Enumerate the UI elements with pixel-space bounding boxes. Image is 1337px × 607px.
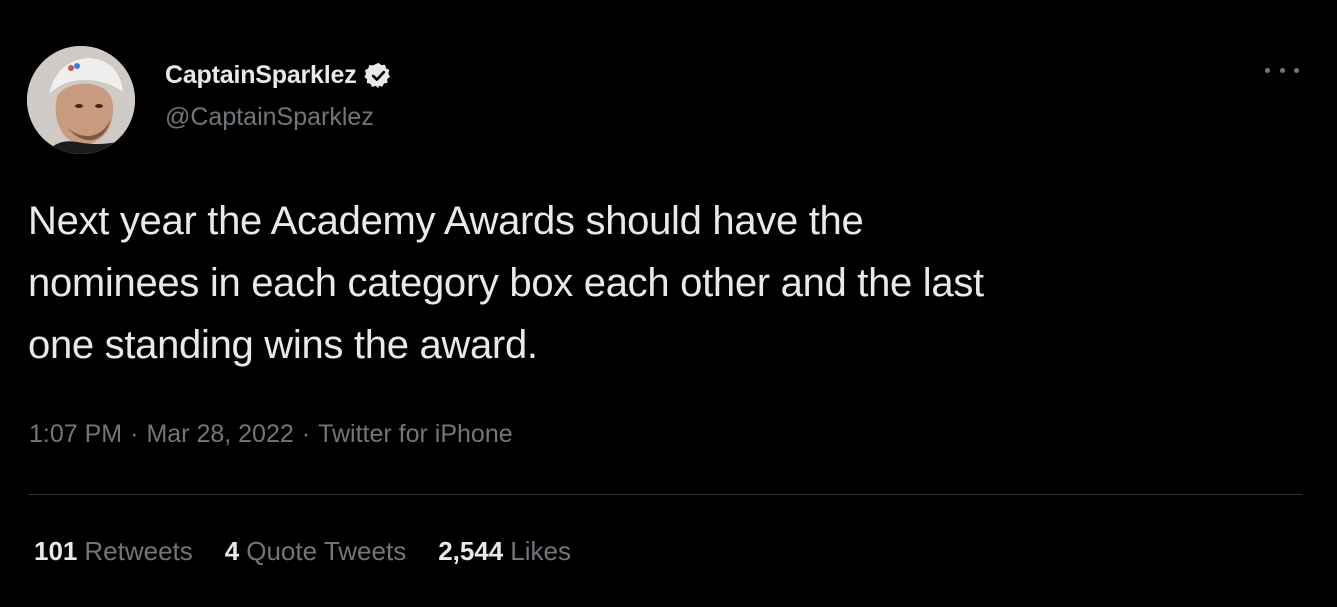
quote-tweets-label: Quote Tweets xyxy=(246,536,407,566)
quote-tweets-count: 4 xyxy=(224,536,240,566)
retweets-count: 101 xyxy=(34,536,78,566)
name-row: CaptainSparklez xyxy=(165,58,393,92)
tweet-date[interactable]: Mar 28, 2022 xyxy=(146,420,293,449)
likes-label: Likes xyxy=(510,536,571,566)
tweet-time[interactable]: 1:07 PM xyxy=(29,420,122,449)
tweet-meta: 1:07 PM · Mar 28, 2022 · Twitter for iPh… xyxy=(29,420,513,449)
tweet-source[interactable]: Twitter for iPhone xyxy=(318,420,513,449)
divider xyxy=(28,494,1303,495)
more-dot xyxy=(1279,67,1285,73)
tweet-card: CaptainSparklez @CaptainSparklez Next ye… xyxy=(0,0,1337,607)
meta-separator: · xyxy=(301,420,311,448)
display-name[interactable]: CaptainSparklez xyxy=(165,61,357,90)
verified-badge-icon xyxy=(363,61,393,90)
retweets-label: Retweets xyxy=(84,536,193,566)
tweet-text-line: one standing wins the award. xyxy=(28,323,538,367)
likes-stat[interactable]: 2,544 Likes xyxy=(438,536,571,567)
retweets-stat[interactable]: 101 Retweets xyxy=(34,536,193,567)
tweet-stats: 101 Retweets 4 Quote Tweets 2,544 Likes xyxy=(34,536,603,567)
tweet-text: Next year the Academy Awards should have… xyxy=(28,190,1318,376)
user-handle[interactable]: @CaptainSparklez xyxy=(165,103,374,132)
more-dot xyxy=(1294,67,1299,73)
quote-tweets-stat[interactable]: 4 Quote Tweets xyxy=(225,536,406,567)
avatar[interactable] xyxy=(27,46,135,154)
meta-separator: · xyxy=(130,420,139,448)
tweet-text-line: nominees in each category box each other… xyxy=(28,261,984,305)
more-dot xyxy=(1265,67,1270,73)
more-options-icon[interactable] xyxy=(1265,60,1299,80)
likes-count: 2,544 xyxy=(438,536,504,566)
tweet-text-line: Next year the Academy Awards should have… xyxy=(28,199,864,243)
avatar-image xyxy=(27,46,135,154)
